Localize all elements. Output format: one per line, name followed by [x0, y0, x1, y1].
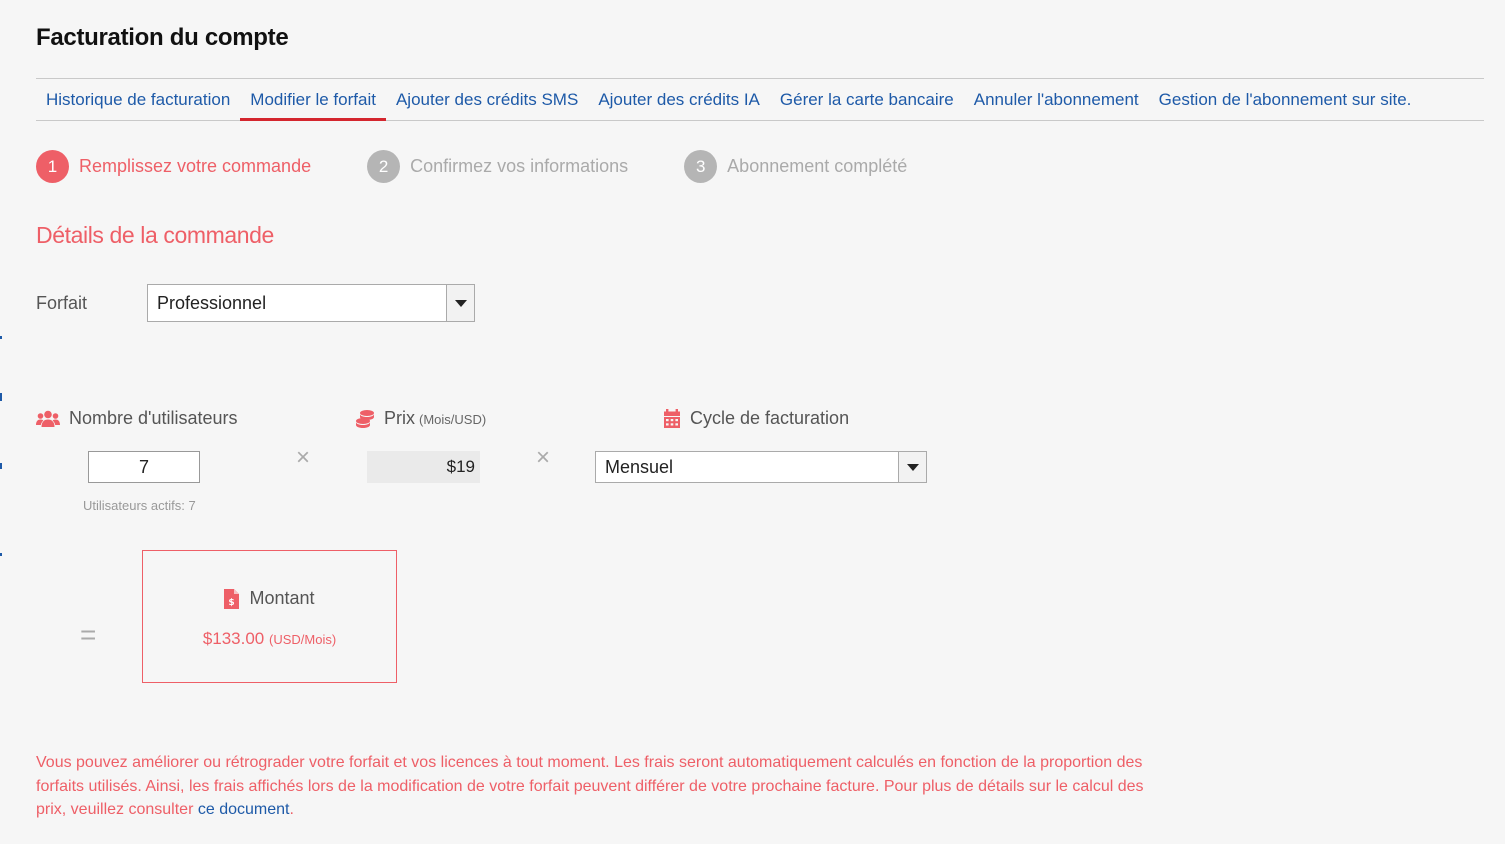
calendar-icon	[664, 408, 680, 428]
billing-cycle-value: Mensuel	[605, 456, 674, 477]
users-icon	[36, 410, 60, 427]
step-number: 3	[684, 150, 718, 183]
step-label: Confirmez vos informations	[410, 156, 629, 176]
billing-tabs: Historique de facturation Modifier le fo…	[36, 78, 1484, 121]
step-subscription-complete: 3 Abonnement complété	[684, 150, 907, 183]
page-title: Facturation du compte	[36, 24, 289, 51]
cycle-label: Cycle de facturation	[690, 408, 850, 428]
billing-cycle-select[interactable]: Mensuel	[595, 451, 927, 483]
step-number: 1	[36, 150, 69, 183]
caret-down-icon[interactable]	[898, 452, 926, 482]
amount-value: $133.00 (USD/Mois)	[143, 629, 396, 649]
step-confirm-info: 2 Confirmez vos informations	[367, 150, 628, 183]
tab-modify-plan[interactable]: Modifier le forfait	[240, 79, 386, 121]
caret-down-icon[interactable]	[446, 285, 474, 321]
users-count-input[interactable]: 7	[88, 451, 200, 483]
multiply-sign: ×	[296, 444, 311, 471]
equals-sign: =	[80, 619, 97, 650]
amount-box: $ Montant $133.00 (USD/Mois)	[142, 550, 397, 683]
amount-label: Montant	[249, 588, 315, 608]
tab-onsite-subscription[interactable]: Gestion de l'abonnement sur site.	[1149, 79, 1422, 120]
edge-artifact	[0, 336, 2, 339]
users-header: Nombre d'utilisateurs	[36, 408, 238, 429]
document-link[interactable]: ce document	[198, 801, 290, 818]
edge-artifact	[0, 553, 2, 556]
amount-unit: (USD/Mois)	[269, 632, 337, 647]
price-value: $19	[367, 451, 480, 483]
cycle-header: Cycle de facturation	[663, 408, 849, 429]
progress-steps: 1 Remplissez votre commande 2 Confirmez …	[36, 150, 963, 183]
plan-change-note: Vous pouvez améliorer ou rétrograder vot…	[36, 751, 1146, 822]
invoice-dollar-icon: $	[224, 588, 240, 609]
edge-artifact	[0, 463, 2, 469]
plan-label: Forfait	[36, 293, 88, 313]
tab-cancel-subscription[interactable]: Annuler l'abonnement	[964, 79, 1149, 120]
price-label: Prix	[384, 408, 415, 428]
multiply-sign: ×	[536, 444, 551, 471]
step-number: 2	[367, 150, 401, 183]
tab-billing-history[interactable]: Historique de facturation	[36, 79, 240, 120]
users-label: Nombre d'utilisateurs	[69, 408, 238, 428]
step-fill-order: 1 Remplissez votre commande	[36, 150, 311, 183]
coins-icon	[356, 409, 374, 428]
tab-manage-card[interactable]: Gérer la carte bancaire	[770, 79, 964, 120]
price-header: Prix (Mois/USD)	[355, 408, 486, 429]
price-unit: (Mois/USD)	[419, 412, 487, 427]
svg-text:$: $	[229, 598, 235, 608]
active-users-text: Utilisateurs actifs: 7	[83, 498, 196, 513]
plan-select[interactable]: Professionnel	[147, 284, 475, 322]
step-label: Remplissez votre commande	[79, 156, 312, 176]
section-title: Détails de la commande	[36, 222, 274, 248]
amount-header: $ Montant	[143, 588, 396, 609]
tab-add-ai-credits[interactable]: Ajouter des crédits IA	[588, 79, 770, 120]
step-label: Abonnement complété	[727, 156, 908, 176]
plan-select-value: Professionnel	[157, 292, 267, 313]
edge-artifact	[0, 393, 2, 401]
amount-number: $133.00	[202, 629, 265, 648]
note-suffix: .	[289, 801, 294, 818]
tab-add-sms-credits[interactable]: Ajouter des crédits SMS	[386, 79, 588, 120]
